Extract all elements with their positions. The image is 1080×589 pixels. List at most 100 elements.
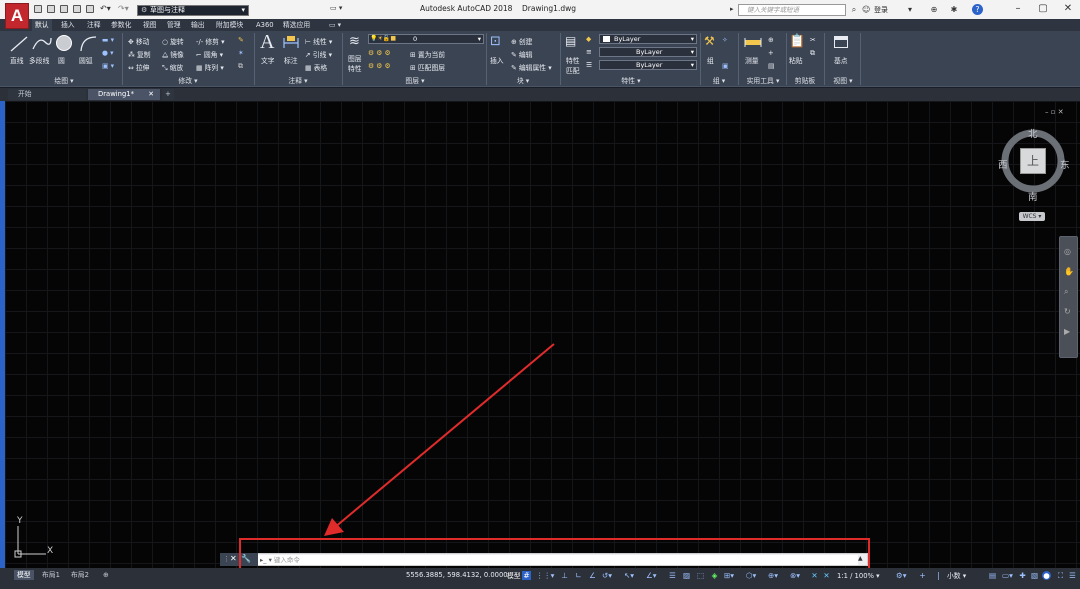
login-link[interactable]: 登录 [874, 5, 888, 15]
plus-icon[interactable]: + [918, 571, 927, 580]
table-button[interactable]: ▦ 表格 [305, 62, 327, 72]
tab-insert[interactable]: 插入 [58, 19, 78, 31]
group-edit-icon[interactable]: ▣ [722, 62, 728, 70]
panel-block-label[interactable]: 块 ▾ [488, 76, 558, 86]
save-as-icon[interactable] [73, 5, 81, 13]
measure-label[interactable]: 测量 [745, 55, 759, 65]
model-space-button[interactable]: 模型 [504, 571, 524, 581]
polyline-icon[interactable] [31, 34, 53, 54]
match-properties-label-2[interactable]: 匹配 [566, 65, 580, 75]
snap-icon[interactable]: ⋮⋮ [536, 571, 551, 580]
tab-featured-apps[interactable]: 精选应用 [280, 19, 313, 31]
zoom-icon[interactable]: ⌕ [1064, 287, 1068, 297]
help-icon[interactable]: ? [972, 4, 983, 15]
lock-ui-icon[interactable]: ▭▾ [1002, 571, 1013, 580]
boundary-icon[interactable]: ▣ ▾ [102, 62, 114, 70]
leader-button[interactable]: ↗ 引线 ▾ [305, 49, 332, 59]
search-input[interactable]: 键入关键字或短语 [738, 4, 846, 16]
copy-clip-icon[interactable]: ⧉ [810, 49, 815, 58]
tab-manage[interactable]: 管理 [164, 19, 184, 31]
match-properties-label-1[interactable]: 特性 [566, 55, 580, 65]
search-expand-icon[interactable]: ▸ [730, 5, 734, 13]
redo-icon[interactable]: ↷▾ [118, 4, 129, 13]
panel-annotation-label[interactable]: 注释 ▾ [256, 76, 340, 86]
maximize-icon[interactable]: ▢ [1035, 3, 1051, 15]
compass-north[interactable]: 北 [1028, 126, 1038, 140]
quick-select-icon[interactable]: ▤ [768, 62, 774, 70]
mirror-button[interactable]: ⧋ 镜像 [162, 49, 184, 60]
tab-addins[interactable]: 附加模块 [213, 19, 246, 31]
viewcube-face[interactable]: 上 [1020, 148, 1046, 174]
move-button[interactable]: ✥ 移动 [128, 36, 149, 46]
tab-view[interactable]: 视图 [140, 19, 160, 31]
insert-label[interactable]: 插入 [490, 55, 504, 65]
save-icon[interactable] [60, 5, 68, 13]
annotation-scale-select[interactable]: 1:1 / 100% ▾ [834, 571, 883, 581]
line-label[interactable]: 直线 [10, 55, 24, 65]
ungroup-icon[interactable]: ✧ [722, 36, 728, 44]
base-view-icon[interactable] [834, 36, 848, 48]
search-icon[interactable]: ⌕ [850, 6, 858, 14]
pan-icon[interactable]: ✋ [1064, 267, 1074, 276]
layer-properties-icon[interactable]: ≋ [349, 34, 365, 50]
showmotion-icon[interactable]: ▶ [1064, 327, 1070, 336]
explode-icon[interactable]: ✶ [238, 49, 244, 57]
hardware-acceleration-icon[interactable]: ▧ [1030, 571, 1039, 580]
panel-layers-label[interactable]: 图层 ▾ [344, 76, 486, 86]
panel-properties-label[interactable]: 特性 ▾ [562, 76, 700, 86]
print-icon[interactable] [86, 5, 94, 13]
array-button[interactable]: ▦ 阵列 ▾ [196, 62, 224, 72]
circle-label[interactable]: 圆 [58, 55, 65, 65]
user-icon[interactable]: ☺ [862, 6, 870, 14]
make-current-button[interactable]: ⊞ 置为当前 [410, 49, 445, 59]
customization-icon[interactable]: ☰ [1068, 571, 1077, 580]
undo-icon[interactable]: ↶▾ [100, 4, 111, 13]
panel-modify-label[interactable]: 修改 ▾ [124, 76, 252, 86]
chevron-down-icon[interactable]: ▾ [548, 571, 557, 580]
workspace-switch-icon[interactable]: ⚙▾ [896, 571, 907, 580]
copy-button[interactable]: ⁂ 复制 [128, 49, 151, 59]
annotation-scale-icon[interactable]: ✕ [810, 571, 819, 580]
rotate-button[interactable]: ○ 旋转 [162, 36, 184, 46]
workspace-select[interactable]: ⚙ 草图与注释 ▾ [137, 5, 249, 16]
paste-label[interactable]: 粘贴 [789, 55, 803, 65]
chevron-down-icon[interactable]: ▾ [906, 6, 914, 14]
annotation-monitor-icon[interactable]: | [934, 571, 943, 580]
compass-south[interactable]: 南 [1028, 189, 1038, 203]
layer-properties-label-2[interactable]: 特性 [348, 63, 362, 73]
application-menu-button[interactable]: A [5, 3, 29, 29]
open-file-icon[interactable] [47, 5, 55, 13]
isodraft-icon[interactable]: ↺▾ [602, 571, 612, 580]
polar-icon[interactable]: ∠ [588, 571, 597, 580]
scale-button[interactable]: ⤡ 缩放 [162, 62, 183, 73]
close-icon[interactable]: ✕ [148, 89, 154, 100]
tab-model[interactable]: 模型 [14, 570, 34, 580]
calculator-icon[interactable]: ⊕ [768, 36, 774, 44]
group-label[interactable]: 组 [707, 55, 714, 65]
viewcube[interactable]: 上 北 南 西 东 [998, 126, 1070, 203]
osnap-tracking-icon[interactable]: ↖▾ [624, 571, 634, 580]
layer-select[interactable]: 💡☀🔓■ 0 ▾ [368, 34, 484, 44]
linear-dim-button[interactable]: ⊢ 线性 ▾ [305, 36, 332, 46]
base-view-label[interactable]: 基点 [834, 55, 848, 65]
coordinates-readout[interactable]: 5556.3885, 598.4132, 0.0000 [406, 571, 508, 579]
tab-start[interactable]: 开始 [8, 89, 86, 100]
insert-block-icon[interactable]: ⊡ [490, 34, 504, 50]
arc-icon[interactable] [78, 34, 98, 54]
measure-icon[interactable] [744, 36, 762, 50]
store-icon[interactable]: ⊕ [930, 6, 938, 14]
match-layer-button[interactable]: ⊞ 匹配图层 [410, 62, 445, 72]
viewport-controls[interactable]: – ▫ ✕ [1045, 108, 1064, 116]
text-label[interactable]: 文字 [261, 55, 275, 65]
tab-parametric[interactable]: 参数化 [108, 19, 134, 31]
lineweight-select[interactable]: ByLayer ▾ [599, 47, 697, 57]
selection-filter-icon[interactable]: ⬡▾ [746, 571, 756, 580]
layer-tools-2-icon[interactable]: ⚙ ⚙ ⚙ [368, 62, 391, 70]
compass-east[interactable]: 东 [1060, 157, 1070, 171]
fillet-button[interactable]: ⌐ 圆角 ▾ [196, 49, 223, 59]
ribbon-minimize-icon[interactable]: ▭ ▾ [326, 19, 344, 31]
close-icon[interactable]: ✕ [1060, 3, 1076, 15]
grip-icon[interactable]: ⋮ [223, 555, 230, 563]
dynamic-ucs-icon[interactable]: ⊞▾ [724, 571, 734, 580]
navigation-bar[interactable]: ◎ ✋ ⌕ ↻ ▶ [1059, 236, 1078, 358]
